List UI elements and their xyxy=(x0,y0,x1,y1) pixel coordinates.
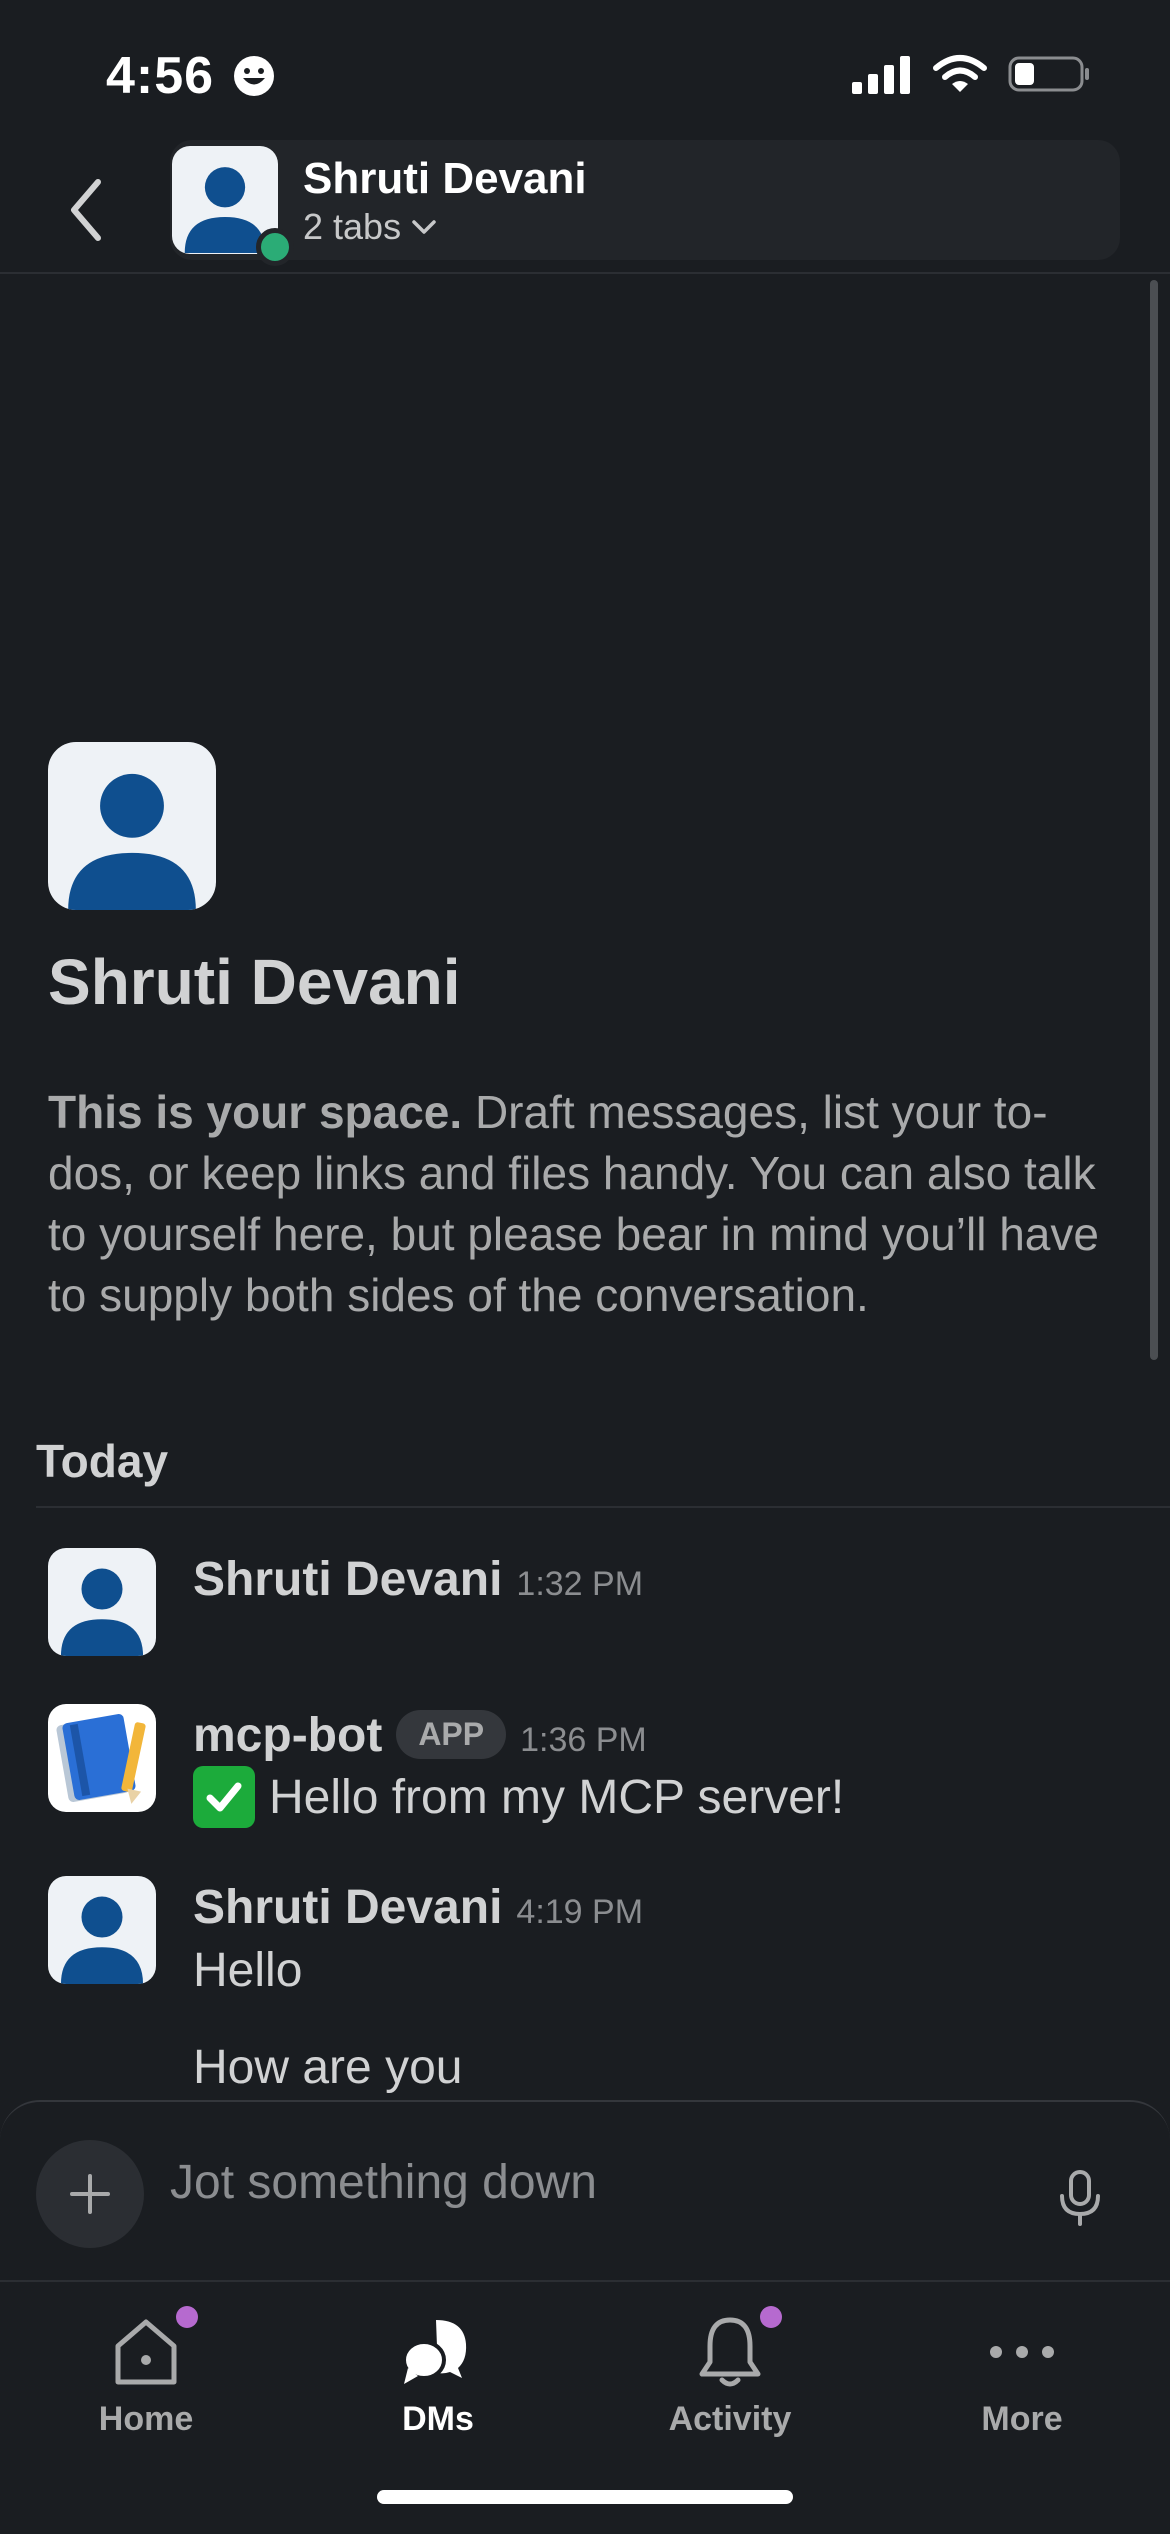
dms-icon xyxy=(398,2312,478,2392)
wifi-icon xyxy=(933,55,987,92)
tabs-label: 2 tabs xyxy=(303,206,402,247)
message-sender[interactable]: mcp-bot xyxy=(193,1709,382,1762)
tab-more[interactable]: More xyxy=(902,2302,1142,2452)
message-header: Shruti Devani 4:19 PM xyxy=(193,1880,643,1935)
status-icons xyxy=(852,54,1090,94)
header-name: Shruti Devani xyxy=(303,154,587,203)
intro-avatar[interactable] xyxy=(48,742,216,910)
scrollbar[interactable] xyxy=(1150,280,1158,1360)
home-icon xyxy=(106,2306,198,2392)
message-text: Hello from my MCP server! xyxy=(269,1770,845,1824)
day-divider-label: Today xyxy=(36,1435,169,1487)
message-time: 4:19 PM xyxy=(516,1893,644,1931)
tab-label: DMs xyxy=(402,2400,474,2438)
intro-name: Shruti Devani xyxy=(48,946,461,1018)
status-bar: 4:56 xyxy=(0,0,1170,140)
message-composer xyxy=(0,2100,1170,2282)
battery-icon xyxy=(1008,56,1089,92)
plus-icon[interactable] xyxy=(36,2140,144,2248)
status-time: 4:56 xyxy=(106,47,215,105)
home-badge xyxy=(176,2306,198,2328)
intro-description-bold: This is your space. xyxy=(48,1086,463,1138)
intro-description: This is your space. Draft messages, list… xyxy=(48,1082,1108,1326)
message-avatar[interactable] xyxy=(48,1876,156,1984)
message-text: Hello xyxy=(193,1944,303,1997)
white-check-mark-icon xyxy=(193,1766,255,1828)
smiley-face-icon xyxy=(234,56,274,96)
conversation-header: Shruti Devani 2 tabs xyxy=(0,140,1170,274)
notebook-app-icon[interactable] xyxy=(48,1704,156,1812)
tab-dms[interactable]: DMs xyxy=(318,2302,558,2452)
cellular-signal-icon xyxy=(852,56,910,94)
tab-label: Home xyxy=(98,2400,194,2438)
home-indicator[interactable] xyxy=(377,2490,793,2504)
tab-label: More xyxy=(981,2400,1063,2438)
day-divider-line xyxy=(36,1506,1170,1508)
tab-home[interactable]: Home xyxy=(26,2302,266,2452)
message-text: How are you xyxy=(193,2041,463,2094)
microphone-icon[interactable] xyxy=(1050,2168,1110,2228)
more-dots-icon xyxy=(982,2312,1062,2392)
chevron-left-icon[interactable] xyxy=(58,170,118,250)
message-sender[interactable]: Shruti Devani xyxy=(193,1881,502,1934)
battery-fill xyxy=(1015,63,1034,85)
message-input[interactable] xyxy=(168,2154,992,2211)
tab-label: Activity xyxy=(668,2400,792,2438)
chevron-down-icon xyxy=(412,220,436,234)
message-time: 1:32 PM xyxy=(516,1565,644,1603)
message-time: 1:36 PM xyxy=(520,1721,647,1759)
message-header: mcp-bot APP 1:36 PM xyxy=(193,1708,647,1763)
presence-indicator xyxy=(256,228,294,266)
app-badge: APP xyxy=(396,1710,507,1759)
message-avatar[interactable] xyxy=(48,1548,156,1656)
conversation-title-button[interactable]: Shruti Devani 2 tabs xyxy=(170,140,1120,266)
tab-activity[interactable]: Activity xyxy=(610,2302,850,2452)
message-header: Shruti Devani 1:32 PM xyxy=(193,1552,643,1607)
message-sender[interactable]: Shruti Devani xyxy=(193,1553,502,1606)
tabs-dropdown[interactable]: 2 tabs xyxy=(303,206,437,248)
message-body: Hello from my MCP server! xyxy=(193,1766,844,1828)
activity-badge xyxy=(760,2306,782,2328)
bell-icon xyxy=(690,2306,782,2392)
